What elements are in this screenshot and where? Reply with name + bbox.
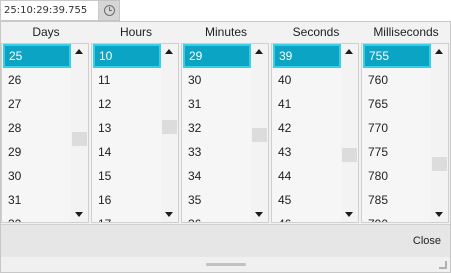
list-item[interactable]: 36 [182,212,252,222]
list-item[interactable]: 15 [92,164,162,188]
scroll-down-icon[interactable] [75,212,83,217]
list-item[interactable]: 32 [182,116,252,140]
hours-list[interactable]: 1011121314151617 [91,43,179,223]
list-item[interactable]: 46 [272,212,342,222]
list-item[interactable]: 16 [92,188,162,212]
list-item[interactable]: 43 [272,140,342,164]
time-input[interactable] [0,0,99,21]
list-item[interactable]: 32 [2,212,72,222]
list-item[interactable]: 770 [362,116,432,140]
list-item[interactable]: 790 [362,212,432,222]
scroll-up-icon[interactable] [435,49,443,54]
scroll-up-icon[interactable] [255,49,263,54]
time-picker-popup: Days2526272829303132Hours101112131415161… [0,21,451,273]
resize-corner-icon[interactable] [439,261,447,269]
time-editor [0,0,120,21]
clock-icon [103,5,115,16]
list-item[interactable]: 31 [182,92,252,116]
list-item[interactable]: 30 [182,68,252,92]
column-header-hours: Hours [119,25,152,39]
list-item[interactable]: 30 [2,164,72,188]
column-header-seconds: Seconds [292,25,340,39]
scroll-up-icon[interactable] [165,49,173,54]
list-item[interactable]: 33 [182,140,252,164]
list-item[interactable]: 17 [92,212,162,222]
list-item[interactable]: 13 [92,116,162,140]
hours-scrollbar[interactable] [161,44,178,222]
list-item[interactable]: 42 [272,116,342,140]
popup-footer: Close [1,224,450,257]
list-item[interactable]: 12 [92,92,162,116]
resize-grip-icon [206,263,246,266]
time-picker-button[interactable] [99,0,120,21]
scroll-up-icon[interactable] [345,49,353,54]
scroll-thumb[interactable] [72,132,87,146]
list-item-selected[interactable]: 29 [183,44,251,68]
list-item[interactable]: 31 [2,188,72,212]
seconds-list[interactable]: 3940414243444546 [271,43,359,223]
list-item[interactable]: 34 [182,164,252,188]
list-item[interactable]: 785 [362,188,432,212]
list-item[interactable]: 14 [92,140,162,164]
column-seconds: Seconds 3940414243444546 [271,22,361,223]
list-item[interactable]: 45 [272,188,342,212]
list-item[interactable]: 760 [362,68,432,92]
milliseconds-list[interactable]: 755760765770775780785790 [361,43,449,223]
scroll-down-icon[interactable] [165,212,173,217]
list-item[interactable]: 28 [2,116,72,140]
scroll-thumb[interactable] [432,157,447,171]
close-button[interactable]: Close [413,235,441,247]
column-days: Days 2526272829303132 [1,22,91,223]
list-item[interactable]: 775 [362,140,432,164]
list-item[interactable]: 41 [272,92,342,116]
column-header-days: Days [32,25,60,39]
scroll-down-icon[interactable] [435,212,443,217]
list-item[interactable]: 35 [182,188,252,212]
list-item[interactable]: 40 [272,68,342,92]
milliseconds-scrollbar[interactable] [431,44,448,222]
scroll-thumb[interactable] [342,148,357,162]
list-item[interactable]: 44 [272,164,342,188]
seconds-scrollbar[interactable] [341,44,358,222]
column-hours: Hours 1011121314151617 [91,22,181,223]
scroll-down-icon[interactable] [255,212,263,217]
days-scrollbar[interactable] [71,44,88,222]
list-item[interactable]: 26 [2,68,72,92]
scroll-up-icon[interactable] [75,49,83,54]
list-item-selected[interactable]: 39 [273,44,341,68]
list-item-selected[interactable]: 25 [3,44,71,68]
list-item[interactable]: 765 [362,92,432,116]
column-milliseconds: Milliseconds 755760765770775780785790 [361,22,451,223]
column-header-milliseconds: Milliseconds [373,25,439,39]
list-item-selected[interactable]: 10 [93,44,161,68]
list-item[interactable]: 780 [362,164,432,188]
days-list[interactable]: 2526272829303132 [1,43,89,223]
list-item[interactable]: 29 [2,140,72,164]
scroll-thumb[interactable] [252,128,267,142]
minutes-scrollbar[interactable] [251,44,268,222]
resize-bar[interactable] [1,257,450,272]
scroll-down-icon[interactable] [345,212,353,217]
list-item[interactable]: 11 [92,68,162,92]
minutes-list[interactable]: 2930313233343536 [181,43,269,223]
list-item[interactable]: 27 [2,92,72,116]
scroll-thumb[interactable] [162,120,177,134]
column-minutes: Minutes 2930313233343536 [181,22,271,223]
column-header-minutes: Minutes [204,25,248,39]
list-item-selected[interactable]: 755 [363,44,431,68]
